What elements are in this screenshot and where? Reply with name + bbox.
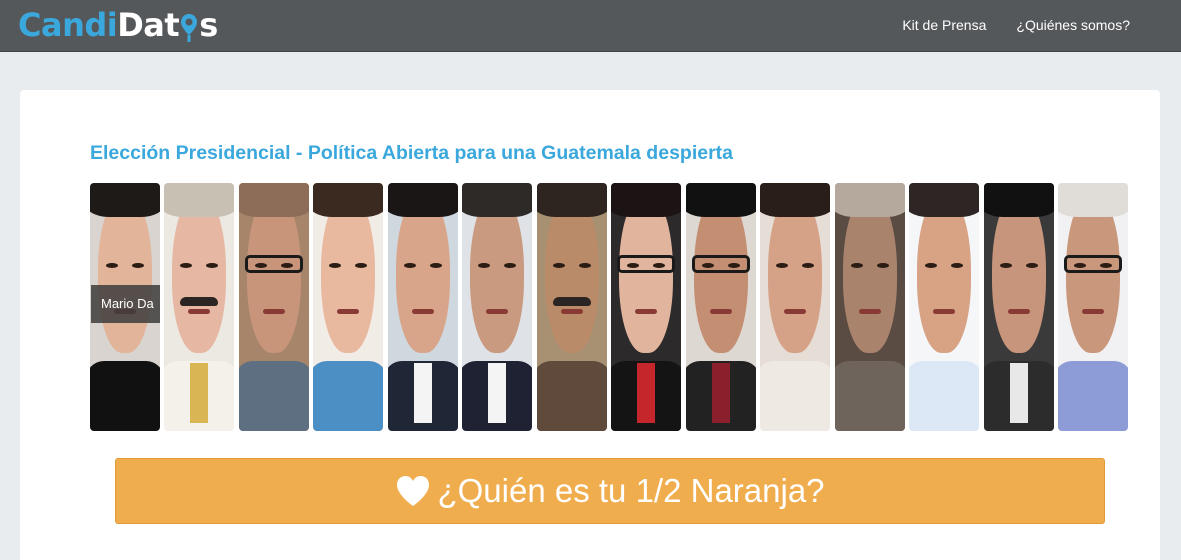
nav-links: Kit de Prensa ¿Quiénes somos?: [872, 0, 1130, 50]
candidate-photo[interactable]: [686, 183, 756, 431]
candidate-photo[interactable]: [760, 183, 830, 431]
media-naranja-button[interactable]: ¿Quién es tu 1/2 Naranja?: [115, 458, 1105, 524]
heart-icon: [397, 476, 430, 506]
candidate-photo[interactable]: [537, 183, 607, 431]
top-navbar: Candi Dat s Kit de Prensa ¿Quiénes somos?: [0, 0, 1181, 52]
candidate-photo[interactable]: [164, 183, 234, 431]
candidate-photo[interactable]: [835, 183, 905, 431]
candidate-photo[interactable]: [239, 183, 309, 431]
candidate-photo[interactable]: [909, 183, 979, 431]
candidate-photo[interactable]: [1058, 183, 1128, 431]
logo-text-part3: s: [199, 6, 218, 44]
page-title: Elección Presidencial - Política Abierta…: [90, 142, 734, 164]
candidate-name-tooltip: Mario Da: [91, 285, 160, 323]
main-card: Elección Presidencial - Política Abierta…: [20, 90, 1160, 560]
candidate-photo[interactable]: [313, 183, 383, 431]
nav-quienes-somos[interactable]: ¿Quiénes somos?: [1016, 17, 1130, 33]
candidates-strip: Mario Da: [90, 183, 1128, 431]
logo-text-part2: Dat: [117, 6, 180, 44]
candidate-photo[interactable]: [388, 183, 458, 431]
candidate-photo[interactable]: [984, 183, 1054, 431]
nav-kit-de-prensa[interactable]: Kit de Prensa: [902, 17, 986, 33]
map-pin-icon: [180, 13, 198, 43]
site-logo[interactable]: Candi Dat s: [18, 4, 218, 46]
candidate-photo[interactable]: [462, 183, 532, 431]
candidate-photo[interactable]: [611, 183, 681, 431]
logo-text-part1: Candi: [18, 6, 118, 44]
cta-label: ¿Quién es tu 1/2 Naranja?: [437, 472, 825, 509]
